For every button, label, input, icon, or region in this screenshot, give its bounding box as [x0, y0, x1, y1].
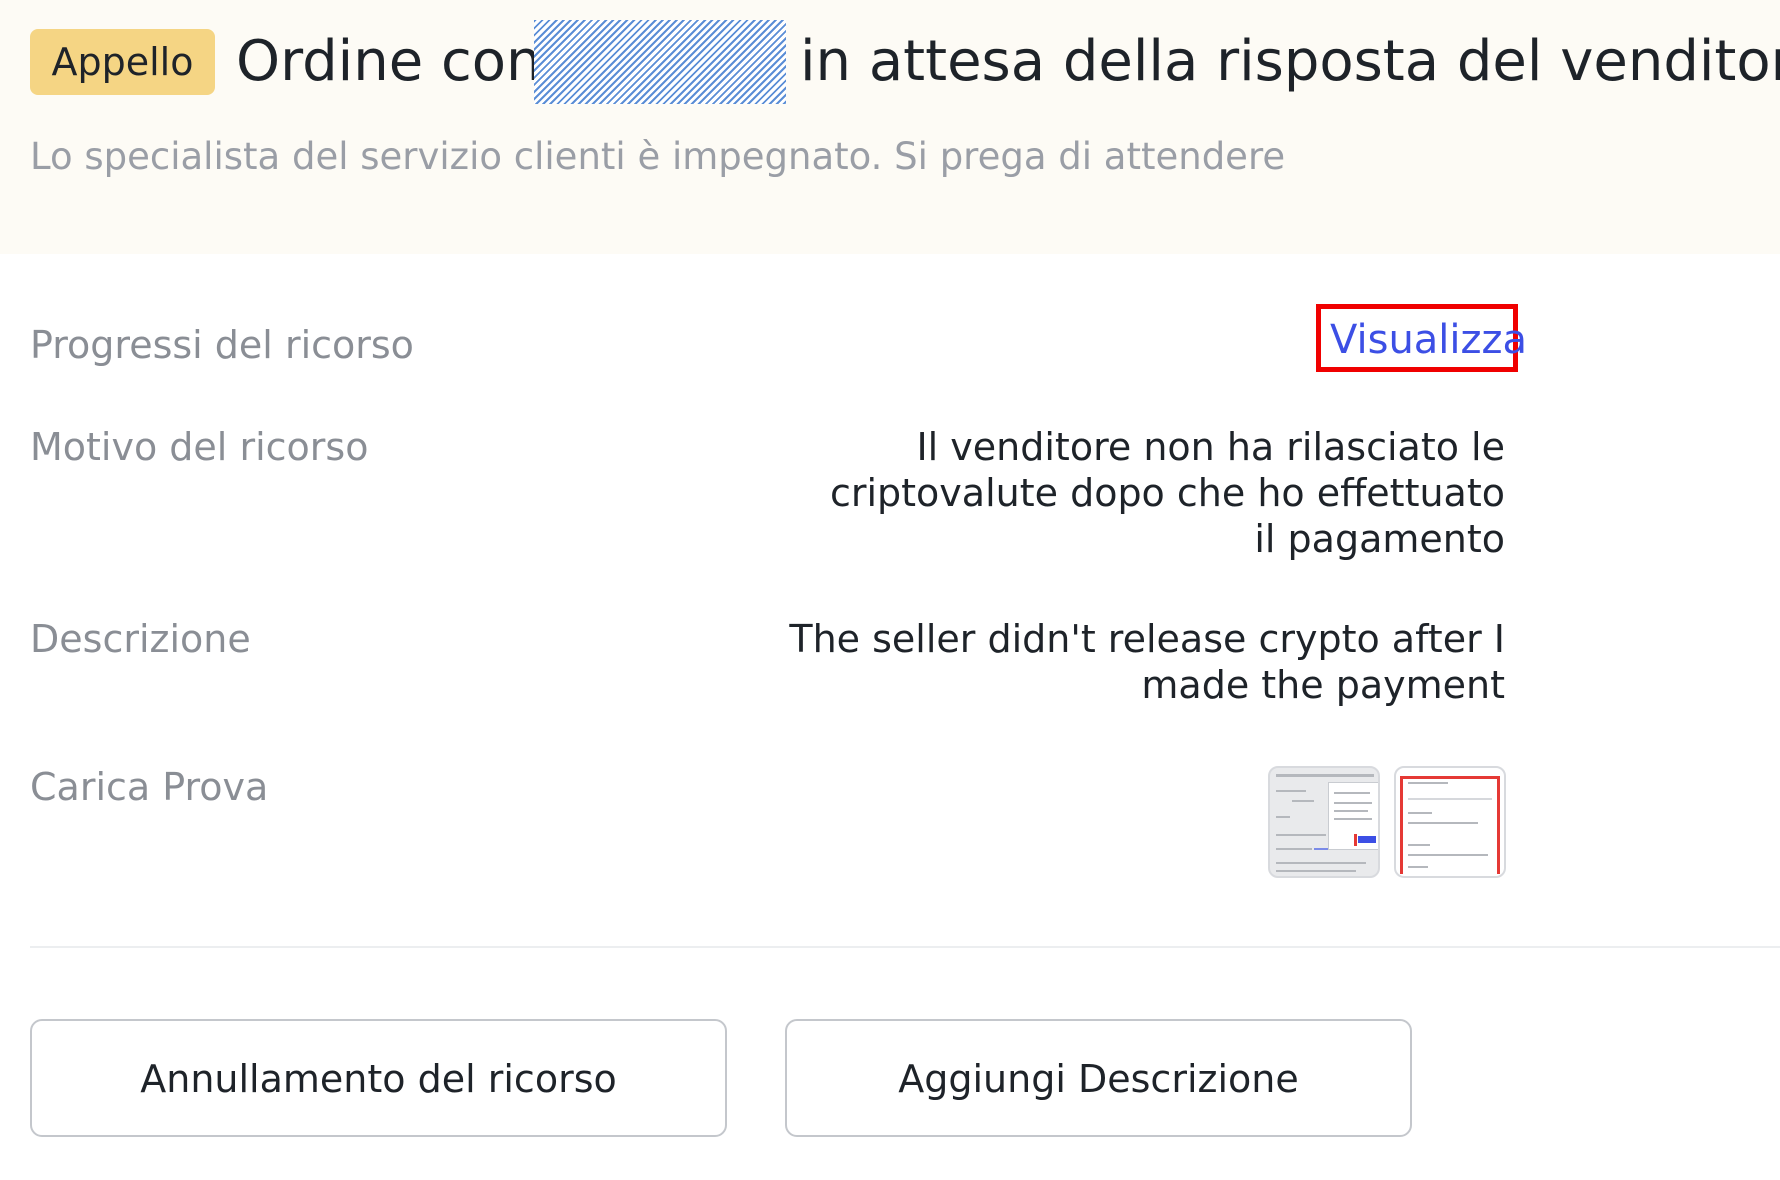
description-label: Descrizione [30, 617, 251, 661]
reason-value: Il venditore non ha rilasciato le cripto… [829, 425, 1505, 561]
proof-thumbnail-1[interactable] [1268, 766, 1380, 878]
section-divider [30, 946, 1780, 948]
reason-label: Motivo del ricorso [30, 425, 369, 469]
appeal-badge: Appello [30, 29, 215, 95]
description-value: The seller didn't release crypto after I… [789, 617, 1505, 707]
progress-label: Progressi del ricorso [30, 323, 414, 367]
status-subtitle: Lo specialista del servizio clienti è im… [30, 135, 1286, 178]
proof-label: Carica Prova [30, 765, 269, 809]
proof-thumbnail-2[interactable] [1394, 766, 1506, 878]
cancel-appeal-button[interactable]: Annullamento del ricorso [30, 1019, 727, 1137]
add-description-button[interactable]: Aggiungi Descrizione [785, 1019, 1412, 1137]
view-progress-link[interactable]: Visualizza [1330, 317, 1527, 363]
page-title-prefix: Ordine con [236, 29, 542, 94]
page-title-suffix: in attesa della risposta del venditore [800, 29, 1780, 94]
redacted-counterparty [534, 20, 786, 104]
